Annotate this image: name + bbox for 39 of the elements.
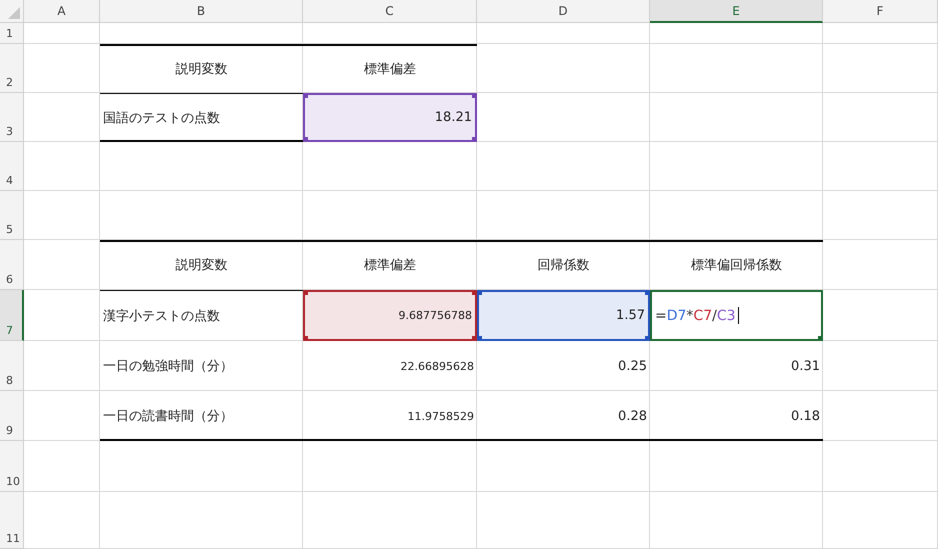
row-header[interactable]: 8: [0, 341, 24, 391]
table-cell-text: 0.31: [790, 358, 821, 376]
table-cell-text: 一日の勉強時間（分）: [102, 358, 234, 376]
table-cell: 0.28: [477, 391, 650, 441]
table-cell-text: 0.25: [617, 358, 648, 376]
table-cell: 18.21: [303, 93, 477, 142]
column-heading: 標準偏回帰係数: [650, 240, 823, 290]
row-header[interactable]: 1: [0, 23, 24, 44]
table-cell: 9.687756788: [303, 290, 477, 341]
select-all-corner[interactable]: [0, 0, 24, 23]
row-header[interactable]: 6: [0, 240, 24, 290]
column-header[interactable]: C: [303, 0, 477, 23]
row-header[interactable]: 9: [0, 391, 24, 441]
column-header[interactable]: E: [650, 0, 823, 23]
row-header[interactable]: 4: [0, 142, 24, 191]
column-heading: 標準偏差: [303, 44, 477, 93]
column-header[interactable]: A: [24, 0, 100, 23]
table-cell: 一日の読書時間（分）: [100, 391, 303, 441]
column-header[interactable]: D: [477, 0, 650, 23]
formula-input[interactable]: =D7*C7/C3: [650, 290, 823, 341]
corner-triangle-icon: [8, 7, 20, 19]
table-cell-text: 22.66895628: [400, 358, 475, 374]
row-header[interactable]: 5: [0, 191, 24, 240]
table-cell: 漢字小テストの点数: [100, 290, 303, 341]
column-header[interactable]: B: [100, 0, 303, 23]
table-cell: 1.57: [477, 290, 650, 341]
table-cell: 国語のテストの点数: [100, 93, 303, 142]
row-header[interactable]: 7: [0, 290, 24, 341]
row-header[interactable]: 10: [0, 441, 24, 492]
table-cell: 11.9758529: [303, 391, 477, 441]
table-cell: 0.18: [650, 391, 823, 441]
row-header[interactable]: 11: [0, 492, 24, 549]
column-heading: 説明変数: [100, 240, 303, 290]
column-heading: 説明変数: [100, 44, 303, 93]
column-heading: 回帰係数: [477, 240, 650, 290]
column-header[interactable]: F: [823, 0, 938, 23]
row-header[interactable]: 3: [0, 93, 24, 142]
row-header[interactable]: 2: [0, 44, 24, 93]
column-heading: 標準偏差: [303, 240, 477, 290]
